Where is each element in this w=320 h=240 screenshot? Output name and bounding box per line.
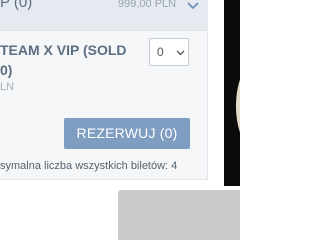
quantity-select[interactable]: 0	[149, 38, 189, 66]
side-image-highlight	[236, 62, 240, 150]
chevron-down-icon	[176, 50, 185, 56]
ticket-price: LN	[0, 81, 15, 93]
previous-ticket-price: 999,00 PLN	[118, 0, 177, 10]
max-tickets-note: symalna liczba wszystkich biletów: 4	[0, 160, 178, 172]
previous-ticket-title: P (0)	[0, 0, 33, 11]
quantity-value: 0	[157, 45, 164, 59]
reserve-button[interactable]: REZERWUJ (0)	[64, 118, 190, 149]
side-image	[224, 0, 240, 186]
bottom-panel	[118, 190, 240, 240]
ticket-name-line-1: TEAM X VIP (SOLD	[0, 42, 127, 58]
chevron-down-icon[interactable]	[186, 1, 200, 11]
ticket-name: TEAM X VIP (SOLD 0)	[0, 40, 148, 80]
ticket-name-line-2: 0)	[0, 62, 13, 78]
